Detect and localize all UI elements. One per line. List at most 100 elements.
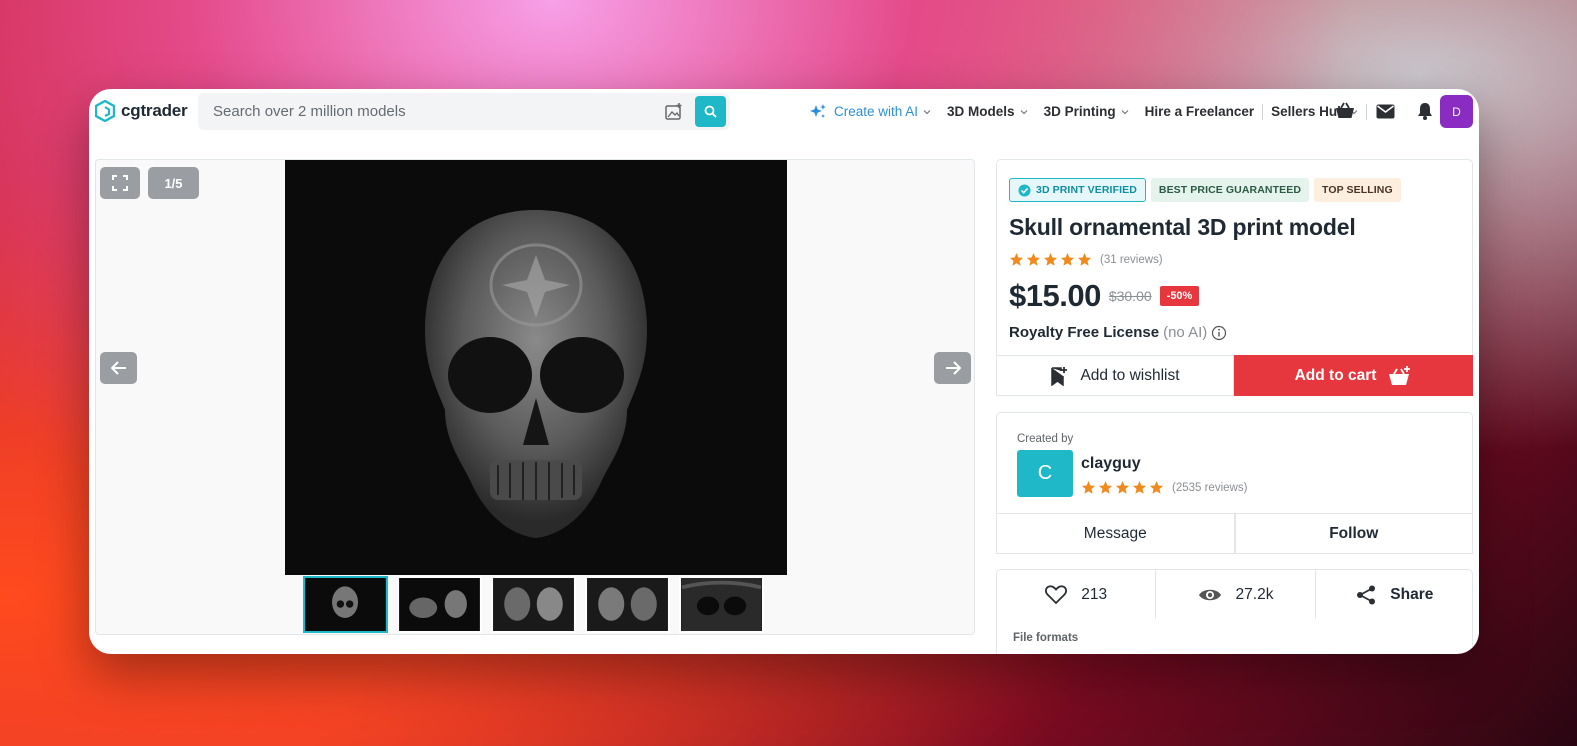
thumbnail-5[interactable]	[679, 576, 764, 633]
message-button[interactable]: Message	[996, 513, 1235, 554]
search-button[interactable]	[695, 96, 726, 127]
add-to-wishlist-button[interactable]: Add to wishlist	[996, 355, 1234, 396]
like-count: 213	[1081, 585, 1108, 603]
creator-avatar[interactable]: C	[1017, 450, 1073, 497]
product-rating[interactable]: (31 reviews)	[1009, 252, 1163, 267]
star-icon	[1098, 480, 1113, 494]
header-icons	[1325, 95, 1445, 127]
arrow-left-icon	[110, 361, 126, 375]
badge-print-verified[interactable]: 3D PRINT VERIFIED	[1009, 178, 1146, 202]
heart-icon	[1045, 585, 1068, 604]
thumbnail-4[interactable]	[585, 576, 670, 633]
fullscreen-button[interactable]	[100, 167, 140, 199]
share-icon	[1357, 585, 1376, 604]
cgtrader-logo-icon	[95, 100, 115, 122]
cart-icon[interactable]	[1325, 95, 1365, 127]
follow-button[interactable]: Follow	[1234, 513, 1473, 554]
star-icon	[1043, 252, 1058, 266]
license-info: Royalty Free License (no AI)	[1009, 324, 1227, 341]
sparkle-icon	[810, 103, 826, 118]
badge-best-price[interactable]: BEST PRICE GUARANTEED	[1150, 178, 1310, 202]
cart-plus-icon	[1389, 365, 1411, 385]
nav-label: 3D Printing	[1043, 104, 1116, 119]
arrow-right-icon	[945, 361, 961, 375]
badge-list: 3D PRINT VERIFIED BEST PRICE GUARANTEED …	[1009, 178, 1401, 202]
thumbnail-1[interactable]	[303, 576, 388, 633]
star-icon	[1115, 480, 1130, 494]
thumbnail-3[interactable]	[491, 576, 576, 633]
nav-create-with-ai[interactable]: Create with AI	[801, 103, 939, 121]
add-to-cart-button[interactable]: Add to cart	[1234, 355, 1473, 396]
bookmark-plus-icon	[1051, 366, 1068, 386]
creator-name[interactable]: clayguy	[1081, 455, 1141, 473]
user-avatar[interactable]: D	[1440, 95, 1473, 128]
image-gallery: 1/5	[95, 159, 975, 635]
thumbnail-strip	[303, 576, 764, 633]
nav-label: Create with AI	[834, 104, 919, 119]
share-label: Share	[1390, 585, 1434, 603]
fullscreen-icon	[112, 175, 128, 191]
thumbnail-2[interactable]	[397, 576, 482, 633]
verified-check-icon	[1018, 184, 1031, 196]
search-bar	[198, 93, 730, 130]
star-rating	[1081, 480, 1164, 495]
badge-top-selling[interactable]: TOP SELLING	[1314, 178, 1401, 202]
purchase-actions: Add to wishlist Add to cart	[996, 355, 1473, 396]
product-title: Skull ornamental 3D print model	[1009, 214, 1356, 240]
like-button[interactable]: 213	[997, 570, 1157, 619]
info-icon[interactable]	[1211, 325, 1227, 341]
view-count: 27.2k	[1235, 585, 1274, 603]
creator-actions: Message Follow	[996, 513, 1473, 554]
nav-label: Hire a Freelancer	[1144, 104, 1255, 119]
image-search-icon[interactable]	[664, 102, 684, 122]
logo-text: cgtrader	[121, 101, 188, 120]
share-button[interactable]: Share	[1316, 570, 1474, 619]
site-header: cgtrader C	[89, 89, 1479, 134]
views-stat: 27.2k	[1156, 570, 1316, 619]
main-nav: Create with AI 3D Models 3D Printing Hir…	[801, 89, 1368, 134]
nav-hire-freelancer[interactable]: Hire a Freelancer	[1137, 104, 1263, 119]
current-price: $15.00	[1009, 278, 1101, 313]
nav-label: 3D Models	[947, 104, 1015, 119]
chevron-down-icon	[1121, 109, 1129, 114]
stats-panel: 213 27.2k Share File formats	[996, 569, 1473, 654]
cgtrader-logo[interactable]: cgtrader	[95, 100, 188, 122]
star-icon	[1009, 252, 1024, 266]
creator-card: Created by C clayguy (2535 reviews) Mess…	[996, 412, 1473, 554]
star-icon	[1026, 252, 1041, 266]
search-input[interactable]	[213, 93, 653, 130]
search-icon	[704, 105, 717, 118]
bell-icon[interactable]	[1405, 95, 1445, 127]
file-formats-label: File formats	[1013, 632, 1079, 644]
wishlist-label: Add to wishlist	[1080, 366, 1180, 384]
star-icon	[1149, 480, 1164, 494]
created-by-label: Created by	[1017, 433, 1074, 445]
chevron-down-icon	[1020, 109, 1027, 114]
original-price: $30.00	[1108, 288, 1152, 304]
next-image-button[interactable]	[934, 352, 971, 384]
review-count: (31 reviews)	[1100, 253, 1163, 266]
price-row: $15.00 $30.00 -50%	[1009, 278, 1200, 314]
stats-row: 213 27.2k Share	[997, 570, 1474, 619]
discount-badge: -50%	[1159, 286, 1200, 306]
image-counter: 1/5	[148, 167, 199, 199]
star-icon	[1132, 480, 1147, 494]
nav-3d-printing[interactable]: 3D Printing	[1036, 104, 1137, 119]
star-icon	[1060, 252, 1075, 266]
main-product-image[interactable]	[285, 160, 787, 575]
eye-icon	[1198, 589, 1221, 600]
license-label: Royalty Free License	[1009, 324, 1160, 341]
mail-icon[interactable]	[1365, 95, 1405, 127]
browser-window: cgtrader C	[89, 89, 1479, 654]
creator-rating: (2535 reviews)	[1081, 480, 1247, 495]
product-panel: 3D PRINT VERIFIED BEST PRICE GUARANTEED …	[996, 159, 1473, 396]
badge-label: 3D PRINT VERIFIED	[1036, 184, 1137, 196]
nav-3d-models[interactable]: 3D Models	[939, 104, 1036, 119]
license-note: (no AI)	[1163, 324, 1208, 341]
star-icon	[1077, 252, 1092, 266]
prev-image-button[interactable]	[100, 352, 137, 384]
chevron-down-icon	[923, 109, 931, 114]
star-icon	[1081, 480, 1096, 494]
star-rating	[1009, 252, 1092, 267]
creator-review-count: (2535 reviews)	[1172, 481, 1248, 494]
